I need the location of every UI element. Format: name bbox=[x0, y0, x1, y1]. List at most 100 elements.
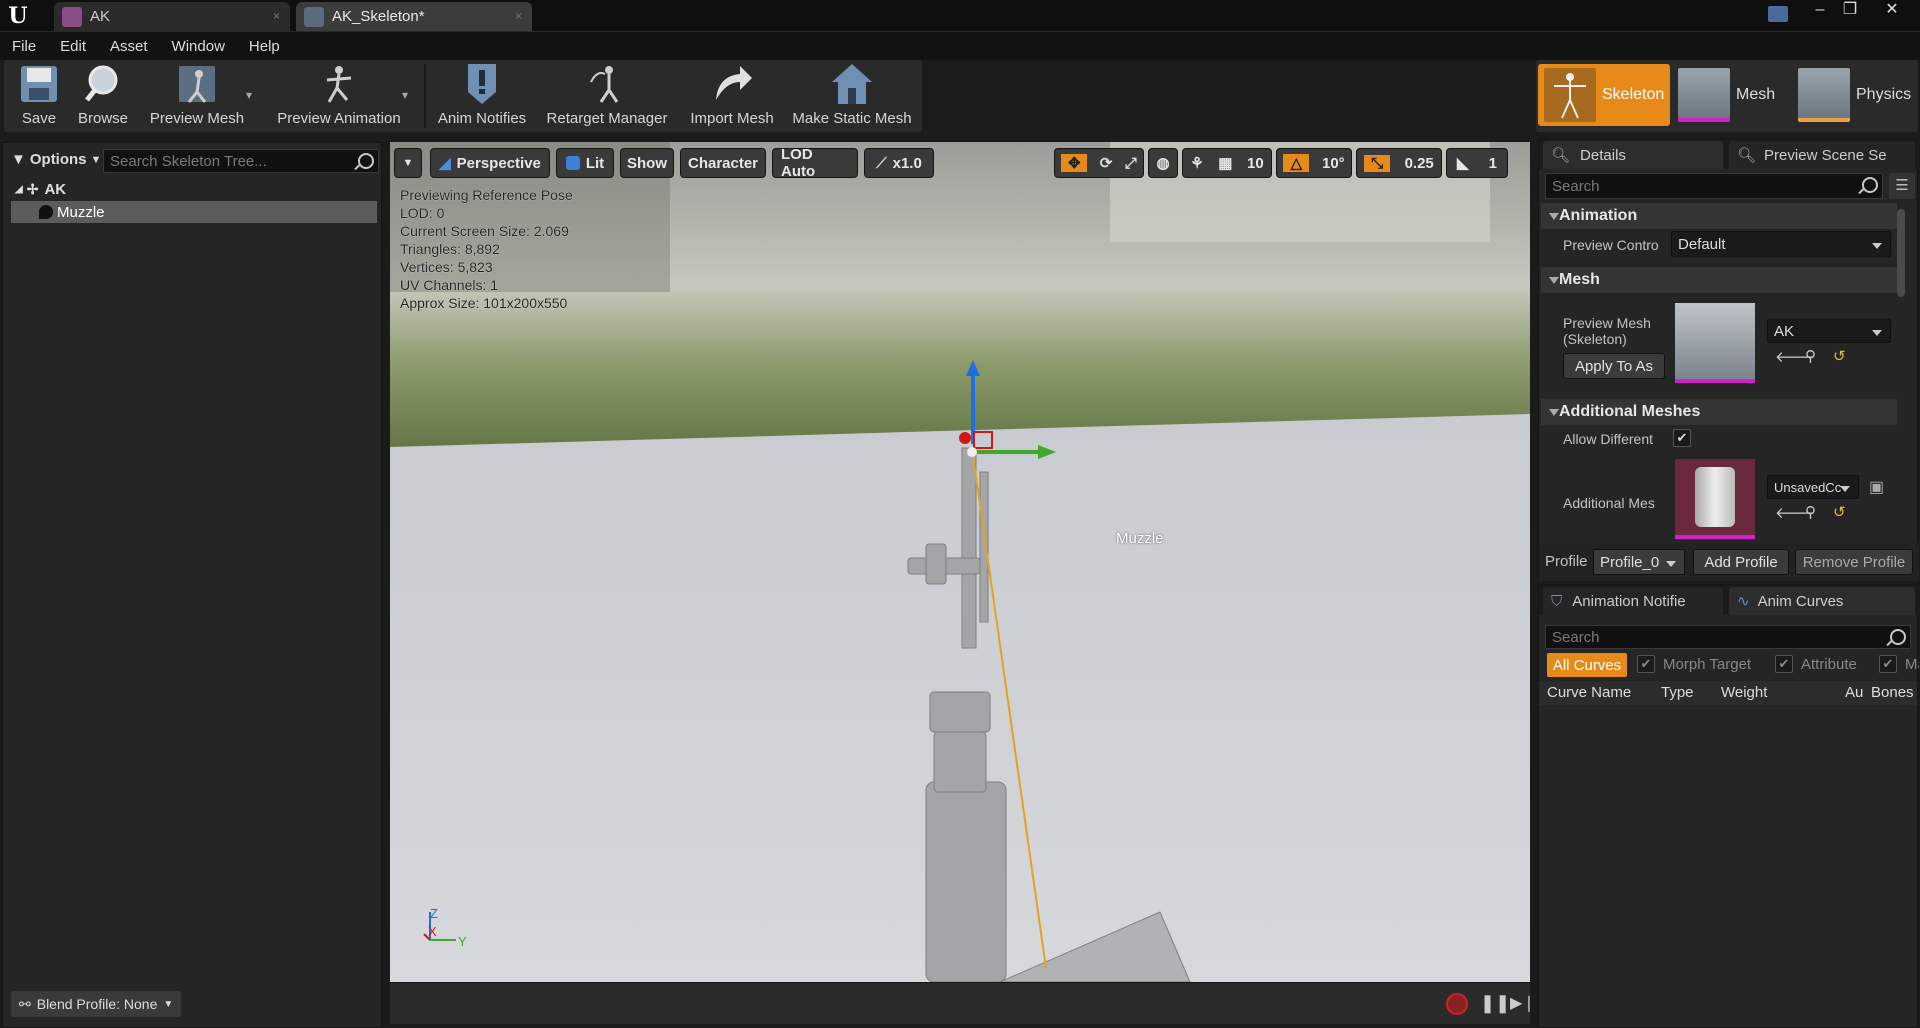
menu-window[interactable]: Window bbox=[160, 38, 237, 55]
scale-snap-group: ⤡ 0.25 bbox=[1356, 148, 1442, 178]
toolbar: Save Browse Preview Mesh ▾ Preview Anima… bbox=[4, 60, 922, 132]
column-curve-name[interactable]: Curve Name bbox=[1547, 684, 1631, 701]
show-button[interactable]: Show bbox=[620, 148, 674, 178]
minimize-icon[interactable]: – bbox=[1806, 0, 1834, 20]
learn-icon[interactable] bbox=[1768, 6, 1788, 22]
lit-button[interactable]: Lit bbox=[556, 148, 614, 178]
tab-close-icon[interactable]: × bbox=[515, 9, 522, 23]
allow-different-checkbox[interactable]: ✔ bbox=[1673, 429, 1691, 447]
pause-icon[interactable]: ❚❚ bbox=[1480, 993, 1510, 1014]
preview-mesh-combo[interactable]: AK bbox=[1767, 319, 1891, 343]
column-auto[interactable]: Au bbox=[1845, 684, 1863, 701]
rotation-snap-value[interactable]: 10° bbox=[1322, 155, 1345, 172]
grid-snap-group: ⚘ ▦ 10 bbox=[1182, 148, 1272, 178]
category-additional-meshes[interactable]: Additional Meshes bbox=[1541, 399, 1897, 425]
tab-ak-skeleton[interactable]: AK_Skeleton* × bbox=[296, 2, 532, 31]
lod-auto-button[interactable]: LOD Auto bbox=[772, 146, 858, 180]
translate-tool-icon[interactable]: ✥ bbox=[1061, 154, 1088, 172]
add-profile-button[interactable]: Add Profile bbox=[1693, 549, 1789, 575]
world-local-toggle[interactable]: ◍ bbox=[1148, 148, 1178, 178]
preview-animation-dropdown-icon[interactable]: ▾ bbox=[402, 88, 408, 102]
viewport-options-dropdown[interactable]: ▼ bbox=[394, 148, 422, 178]
filter-morph-target[interactable]: ✔ Morph Target bbox=[1637, 655, 1751, 673]
browse-to-asset-icon[interactable]: ⚲ bbox=[1805, 347, 1816, 365]
menu-file[interactable]: File bbox=[0, 38, 48, 55]
filter-material[interactable]: ✔ Mat bbox=[1879, 655, 1919, 673]
preview-animation-button[interactable]: Preview Animation bbox=[266, 62, 412, 130]
tab-details[interactable]: 🔍︎ Details bbox=[1543, 141, 1723, 169]
apply-to-asset-button[interactable]: Apply To As bbox=[1563, 353, 1665, 379]
preview-controller-combo[interactable]: Default bbox=[1671, 231, 1891, 257]
mode-skeleton[interactable]: Skeleton bbox=[1538, 64, 1670, 126]
surface-snap-icon[interactable]: ⚘ bbox=[1190, 154, 1203, 172]
curves-search-input[interactable]: Search bbox=[1545, 625, 1911, 649]
mesh-asset-icon bbox=[62, 6, 82, 27]
reset-to-default-icon[interactable]: ↺ bbox=[1833, 347, 1846, 365]
grid-snap-value[interactable]: 10 bbox=[1247, 155, 1264, 172]
tree-bone-muzzle[interactable]: Muzzle bbox=[11, 201, 377, 223]
save-mesh-icon[interactable]: ▣ bbox=[1869, 477, 1884, 497]
make-static-mesh-button[interactable]: Make Static Mesh bbox=[786, 62, 918, 130]
tab-anim-curves[interactable]: ∿ Anim Curves bbox=[1729, 587, 1915, 615]
camera-speed-icon: ◣ bbox=[1457, 155, 1469, 172]
filter-attribute[interactable]: ✔ Attribute bbox=[1775, 655, 1857, 673]
rotate-tool-icon[interactable]: ⟳ bbox=[1100, 154, 1113, 172]
filter-all-curves[interactable]: All Curves bbox=[1547, 653, 1627, 677]
category-animation[interactable]: Animation bbox=[1541, 203, 1897, 229]
curve-icon: ∿ bbox=[1737, 593, 1750, 610]
remove-profile-button[interactable]: Remove Profile bbox=[1795, 549, 1913, 575]
browse-to-asset-icon[interactable]: ⚲ bbox=[1805, 503, 1816, 521]
character-button[interactable]: Character bbox=[680, 148, 766, 178]
preview-mesh-thumbnail[interactable] bbox=[1675, 303, 1755, 383]
options-dropdown[interactable]: ▼ Options ▼ bbox=[11, 151, 101, 168]
mode-mesh[interactable]: Mesh bbox=[1672, 64, 1790, 126]
bone-name-label: Muzzle bbox=[1116, 530, 1164, 547]
skeleton-tree-search-input[interactable]: Search Skeleton Tree... bbox=[103, 149, 379, 173]
retarget-manager-button[interactable]: Retarget Manager bbox=[540, 62, 674, 130]
view-options-icon[interactable]: ☰ bbox=[1889, 173, 1915, 199]
retarget-icon bbox=[585, 62, 629, 106]
step-forward-icon[interactable]: ▶❘ bbox=[1510, 993, 1536, 1013]
column-type[interactable]: Type bbox=[1661, 684, 1694, 701]
menu-edit[interactable]: Edit bbox=[48, 38, 98, 55]
scale-snap-value[interactable]: 0.25 bbox=[1405, 155, 1434, 172]
details-scrollbar[interactable] bbox=[1897, 209, 1905, 297]
axis-z-label: Z bbox=[430, 906, 438, 921]
playback-speed-button[interactable]: ⟋ x1.0 bbox=[864, 148, 934, 178]
additional-mesh-thumbnail[interactable] bbox=[1675, 459, 1755, 539]
tab-preview-scene[interactable]: 🔍︎ Preview Scene Se bbox=[1729, 141, 1915, 169]
perspective-button[interactable]: ◢ Perspective bbox=[430, 148, 550, 178]
preview-mesh-button[interactable]: Preview Mesh bbox=[138, 62, 256, 130]
additional-mesh-combo[interactable]: UnsavedCc bbox=[1767, 475, 1859, 499]
save-button[interactable]: Save bbox=[8, 62, 70, 130]
category-mesh[interactable]: Mesh bbox=[1541, 267, 1897, 293]
column-bones[interactable]: Bones bbox=[1871, 684, 1914, 701]
viewport[interactable]: ▼ ◢ Perspective Lit Show Character LOD A… bbox=[390, 142, 1530, 982]
record-icon[interactable] bbox=[1446, 993, 1468, 1015]
close-window-icon[interactable]: ✕ bbox=[1878, 0, 1906, 20]
profile-combo[interactable]: Profile_0 bbox=[1593, 549, 1685, 575]
anim-notifies-button[interactable]: Anim Notifies bbox=[432, 62, 532, 130]
axis-y-label: Y bbox=[458, 934, 467, 949]
menu-help[interactable]: Help bbox=[237, 38, 292, 55]
blend-profile-dropdown[interactable]: ⚯ Blend Profile: None ▼ bbox=[11, 991, 181, 1017]
rotation-snap-icon[interactable]: △ bbox=[1283, 154, 1310, 172]
menu-asset[interactable]: Asset bbox=[98, 38, 160, 55]
maximize-icon[interactable]: ❐ bbox=[1836, 0, 1864, 20]
checkbox: ✔ bbox=[1775, 655, 1793, 673]
tree-root-ak[interactable]: ◢ ✢ AK bbox=[15, 181, 66, 198]
scale-tool-icon[interactable]: ⤢ bbox=[1125, 155, 1137, 172]
browse-button[interactable]: Browse bbox=[70, 62, 136, 130]
grid-icon[interactable]: ▦ bbox=[1218, 154, 1232, 172]
import-mesh-button[interactable]: Import Mesh bbox=[680, 62, 784, 130]
details-search-input[interactable]: Search bbox=[1545, 173, 1883, 199]
reset-to-default-icon[interactable]: ↺ bbox=[1833, 503, 1846, 521]
mode-physics[interactable]: Physics bbox=[1792, 64, 1916, 126]
tab-animation-notifies[interactable]: ⛉ Animation Notifie bbox=[1543, 587, 1723, 615]
column-weight[interactable]: Weight bbox=[1721, 684, 1767, 701]
camera-speed-button[interactable]: ◣ 1 bbox=[1446, 148, 1508, 178]
tab-ak[interactable]: AK × bbox=[54, 2, 290, 31]
tab-close-icon[interactable]: × bbox=[273, 9, 280, 23]
scale-snap-icon[interactable]: ⤡ bbox=[1364, 154, 1391, 172]
preview-mesh-dropdown-icon[interactable]: ▾ bbox=[246, 88, 252, 102]
